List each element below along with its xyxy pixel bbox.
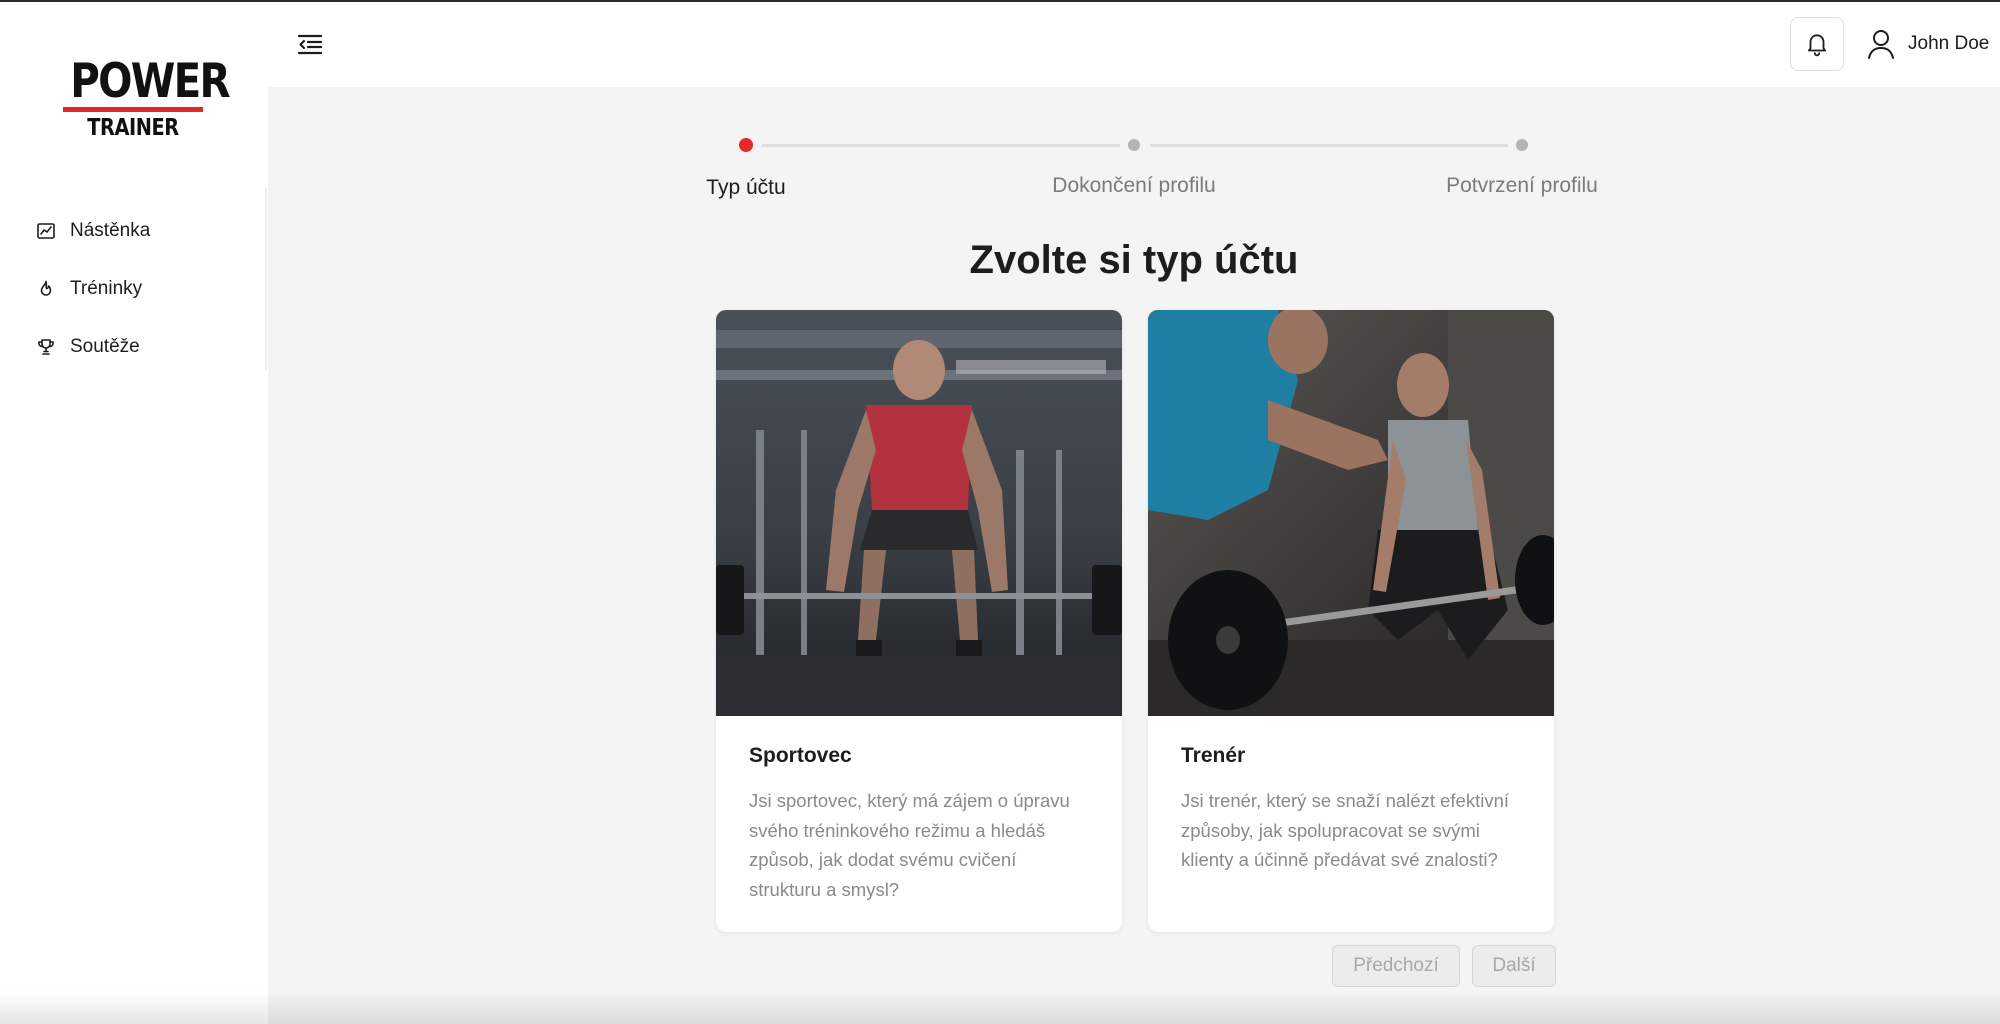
coach-training-photo xyxy=(1148,310,1554,716)
sidebar-item-souteze[interactable]: Soutěže xyxy=(36,318,150,376)
step-connector xyxy=(762,144,1120,147)
step-label-typ-uctu: Typ účtu xyxy=(706,176,786,199)
sidebar: POWER TRAINER Nástěnka Tréninky Soutěže xyxy=(0,2,268,1024)
logo-line-trainer: TRAINER xyxy=(87,115,179,141)
sidebar-item-label: Tréninky xyxy=(70,278,143,299)
card-body: Trenér Jsi trenér, který se snaží nalézt… xyxy=(1148,716,1554,875)
flame-icon xyxy=(40,280,52,296)
app-window: POWER TRAINER Nástěnka Tréninky Soutěže … xyxy=(0,0,2000,1024)
athlete-deadlift-photo xyxy=(716,310,1122,716)
account-type-card-athlete[interactable]: Sportovec Jsi sportovec, který má zájem … xyxy=(716,310,1122,932)
account-type-card-coach[interactable]: Trenér Jsi trenér, který se snaží nalézt… xyxy=(1148,310,1554,932)
next-button[interactable]: Další xyxy=(1472,945,1556,987)
power-trainer-logo[interactable]: POWER TRAINER xyxy=(60,54,231,142)
user-menu[interactable]: John Doe xyxy=(1866,22,1989,66)
step-connector xyxy=(1150,144,1508,147)
bell-icon xyxy=(1807,34,1827,57)
sidebar-nav: Nástěnka Tréninky Soutěže xyxy=(36,202,150,376)
logo-line-power: POWER xyxy=(70,54,230,109)
step-label-potvrzeni-profilu: Potvrzení profilu xyxy=(1446,174,1598,197)
window-bottom-shadow xyxy=(0,990,2000,1024)
sidebar-item-nastenka[interactable]: Nástěnka xyxy=(36,202,150,260)
user-name: John Doe xyxy=(1908,33,1990,54)
step-label-dokonceni-profilu: Dokončení profilu xyxy=(1052,174,1216,197)
card-title: Sportovec xyxy=(749,744,852,767)
previous-button[interactable]: Předchozí xyxy=(1332,945,1460,987)
progress-stepper: Typ účtu Dokončení profilu Potvrzení pro… xyxy=(700,132,1600,202)
card-description: Jsi sportovec, který má zájem o úpravu s… xyxy=(749,790,1070,900)
card-description: Jsi trenér, který se snaží nalézt efekti… xyxy=(1181,790,1510,870)
notifications-button[interactable] xyxy=(1790,17,1844,71)
menu-collapse-icon[interactable] xyxy=(296,30,324,58)
step-dot xyxy=(1128,139,1140,151)
page-title: Zvolte si typ účtu xyxy=(969,238,1299,282)
sidebar-item-label: Soutěže xyxy=(70,336,140,357)
card-title: Trenér xyxy=(1181,744,1246,767)
trophy-icon xyxy=(38,339,54,355)
step-dot xyxy=(1516,139,1528,151)
chart-line-icon xyxy=(37,223,55,239)
sidebar-item-label: Nástěnka xyxy=(70,220,151,241)
sidebar-item-treninky[interactable]: Tréninky xyxy=(36,260,150,318)
step-dot-active xyxy=(739,138,753,152)
card-body: Sportovec Jsi sportovec, který má zájem … xyxy=(716,716,1122,904)
user-icon xyxy=(1868,30,1894,59)
sidebar-divider xyxy=(265,188,267,370)
top-header: John Doe xyxy=(268,2,2000,87)
